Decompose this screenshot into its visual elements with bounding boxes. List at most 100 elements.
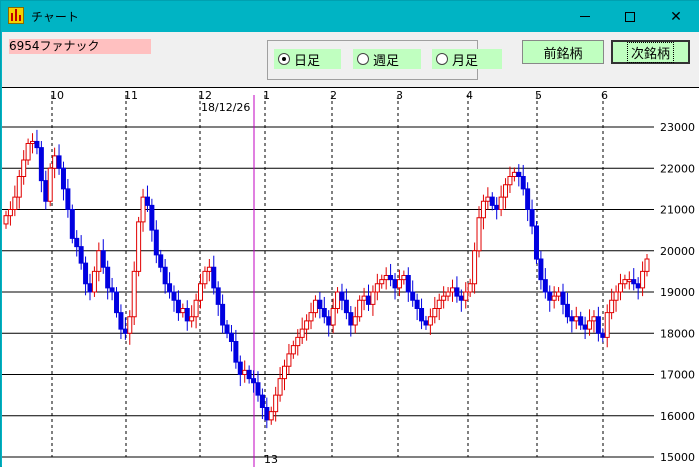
candle-up <box>131 270 137 318</box>
maximize-button[interactable] <box>607 1 653 32</box>
radio-daily[interactable]: 日足 <box>274 49 341 69</box>
candle-down <box>105 266 111 289</box>
candle-up <box>609 299 615 314</box>
candle-up <box>180 308 186 314</box>
candle-up <box>449 287 455 293</box>
candle-down <box>233 341 239 363</box>
candle-down <box>419 308 425 322</box>
next-stock-button[interactable]: 次銘柄 <box>611 40 690 64</box>
month-label: 2 <box>330 89 337 102</box>
candle-up <box>640 270 646 289</box>
candle-up <box>556 291 562 297</box>
radio-weekly[interactable]: 週足 <box>353 49 421 69</box>
candle-up <box>511 171 517 177</box>
window-title: チャート <box>31 10 79 24</box>
candle-down <box>494 204 500 210</box>
candle-down <box>365 295 371 305</box>
y-tick-label: 22000 <box>660 162 695 175</box>
cursor-value-label: 13 <box>264 453 278 466</box>
candle-up <box>7 209 13 217</box>
candle-up <box>476 217 482 252</box>
candle-up <box>485 196 491 202</box>
y-tick-label: 19000 <box>660 286 695 299</box>
candle-down <box>264 407 270 421</box>
candle-up <box>613 291 619 301</box>
candle-down <box>454 287 460 297</box>
candle-up <box>312 299 318 314</box>
y-tick-label: 17000 <box>660 369 695 382</box>
candle-up <box>445 291 451 297</box>
month-label: 4 <box>466 89 473 102</box>
candle-down <box>158 254 164 268</box>
minimize-button[interactable] <box>562 1 608 32</box>
chart-canvas[interactable]: 23000 22000 21000 20000 19000 18000 17000 16000… <box>2 87 699 467</box>
candle-down <box>83 262 89 285</box>
candle-up <box>480 200 486 219</box>
candle-down <box>423 320 429 326</box>
candle-up <box>467 283 473 293</box>
y-tick-label: 20000 <box>660 245 695 258</box>
candle-up <box>273 394 279 413</box>
candle-down <box>118 312 124 330</box>
candle-down <box>65 188 71 210</box>
candle-down <box>547 291 553 301</box>
candle-down <box>564 303 570 318</box>
candle-up <box>206 266 212 272</box>
title-bar: チャート ✕ <box>1 1 699 32</box>
candle-down <box>321 308 327 318</box>
candle-down <box>339 291 345 301</box>
candle-up <box>25 143 31 161</box>
candle-up <box>242 369 248 375</box>
month-label: 11 <box>124 89 138 102</box>
candle-down <box>600 332 606 338</box>
candle-up <box>21 159 27 177</box>
candle-up <box>277 378 283 396</box>
cursor-date-label: 18/12/26 <box>201 101 250 114</box>
candle-down <box>458 295 464 301</box>
candle-down <box>255 382 261 396</box>
candle-up <box>357 299 363 318</box>
candle-up <box>370 291 376 305</box>
previous-stock-button[interactable]: 前銘柄 <box>522 40 604 64</box>
radio-monthly[interactable]: 月足 <box>432 49 502 69</box>
candle-down <box>171 291 177 301</box>
candle-down <box>414 299 420 309</box>
candle-up <box>551 295 557 301</box>
month-label: 5 <box>535 89 542 102</box>
candle-up <box>189 316 195 322</box>
candle-up <box>290 345 296 355</box>
y-tick-label: 15000 <box>660 451 695 464</box>
candle-down <box>392 279 398 289</box>
candle-down <box>343 299 349 314</box>
candle-up <box>330 308 336 326</box>
candle-down <box>578 316 584 326</box>
candle-down <box>122 328 128 334</box>
candle-down <box>167 283 173 293</box>
candle-down <box>635 283 641 289</box>
candle-down <box>60 167 66 190</box>
candle-up <box>202 270 208 285</box>
candle-up <box>3 215 9 225</box>
candle-up <box>96 250 102 272</box>
candle-up <box>12 196 18 210</box>
month-label: 10 <box>50 89 64 102</box>
candle-down <box>211 266 217 289</box>
radio-monthly-label: 月足 <box>452 53 479 69</box>
candle-up <box>383 275 389 281</box>
candle-up <box>299 328 305 338</box>
candle-up <box>379 279 385 285</box>
candle-down <box>529 209 535 227</box>
candle-up <box>503 184 509 198</box>
candle-up <box>361 295 367 301</box>
candle-down <box>34 140 40 149</box>
radio-daily-label: 日足 <box>294 53 321 69</box>
candle-down <box>220 303 226 326</box>
candle-down <box>595 316 601 334</box>
candle-up <box>472 250 478 285</box>
candle-down <box>520 176 526 190</box>
candle-down <box>74 237 80 248</box>
candle-up <box>374 283 380 293</box>
candle-down <box>259 394 265 408</box>
close-button[interactable]: ✕ <box>653 1 699 32</box>
candlestick-chart[interactable]: 23000 22000 21000 20000 19000 18000 17000 16000… <box>2 87 699 467</box>
